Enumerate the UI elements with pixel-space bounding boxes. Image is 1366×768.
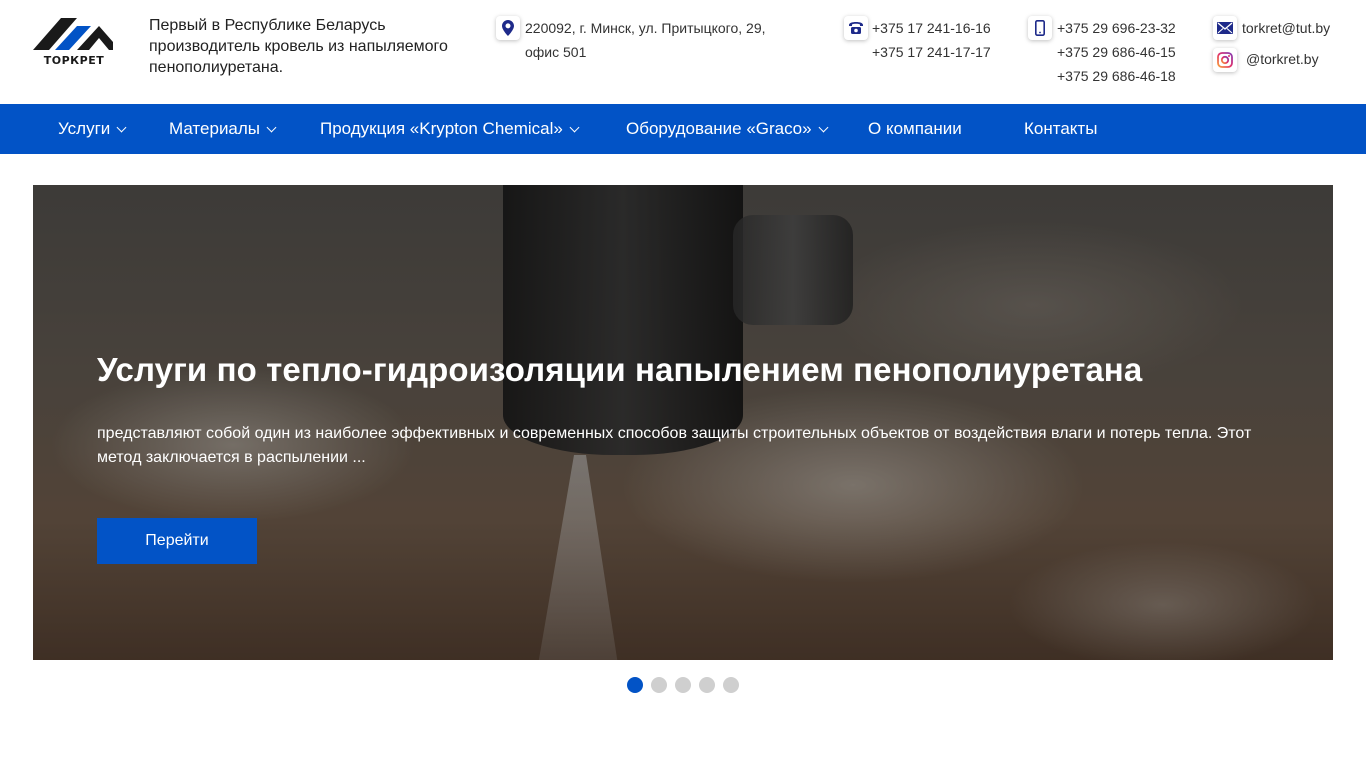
nav-item-graco-equipment[interactable]: Оборудование «Graco» xyxy=(626,104,829,154)
mobile-phone-icon xyxy=(1028,16,1052,40)
slider-dot-5[interactable] xyxy=(723,677,739,693)
logo[interactable]: ТОРКРЕТ xyxy=(33,16,115,68)
phone-icon xyxy=(844,16,868,40)
nav-item-contacts[interactable]: Контакты xyxy=(1024,104,1097,154)
slider-dot-4[interactable] xyxy=(699,677,715,693)
nav-item-services[interactable]: Услуги xyxy=(58,104,127,154)
chevron-down-icon xyxy=(116,122,127,132)
header-tagline: Первый в Республике Беларусь производите… xyxy=(149,17,448,76)
location-pin-icon xyxy=(496,16,520,40)
nav-item-label: Контакты xyxy=(1024,119,1098,138)
slider-dot-2[interactable] xyxy=(651,677,667,693)
phone-landline-1[interactable]: +375 17 241-16-16 xyxy=(872,16,991,40)
nav-item-label: Материалы xyxy=(169,119,261,138)
address-line-2: офис 501 xyxy=(525,44,587,60)
address-line-1: 220092, г. Минск, ул. Притыцкого, 29, xyxy=(525,20,766,36)
phone-mobile-1[interactable]: +375 29 696-23-32 xyxy=(1057,16,1176,40)
chevron-down-icon xyxy=(266,122,277,132)
site-header: ТОРКРЕТ Первый в Республике Беларусь про… xyxy=(0,0,1366,104)
logo-text: ТОРКРЕТ xyxy=(43,54,105,67)
main-navigation: Услуги Материалы Продукция «Krypton Chem… xyxy=(0,104,1366,154)
slider-dot-3[interactable] xyxy=(675,677,691,693)
hero-description: представляют собой один из наиболее эффе… xyxy=(97,425,1252,466)
nav-item-label: Продукция «Krypton Chemical» xyxy=(320,119,563,138)
nav-item-label: О компании xyxy=(868,119,962,138)
nav-item-about[interactable]: О компании xyxy=(868,104,962,154)
envelope-icon xyxy=(1213,16,1237,40)
hero-slide: Услуги по тепло-гидроизоляции напылением… xyxy=(33,185,1333,660)
slider-pagination xyxy=(627,677,739,693)
nav-item-krypton-products[interactable]: Продукция «Krypton Chemical» xyxy=(320,104,580,154)
hero-go-button[interactable]: Перейти xyxy=(97,518,257,564)
phone-mobile-2[interactable]: +375 29 686-46-15 xyxy=(1057,40,1176,64)
chevron-down-icon xyxy=(818,122,829,132)
chevron-down-icon xyxy=(569,122,580,132)
nav-item-label: Оборудование «Graco» xyxy=(626,119,812,138)
email-link[interactable]: torkret@tut.by xyxy=(1242,16,1330,40)
phone-landline-2[interactable]: +375 17 241-17-17 xyxy=(872,40,991,64)
logo-mark-icon xyxy=(33,18,113,50)
nav-item-materials[interactable]: Материалы xyxy=(169,104,277,154)
instagram-icon[interactable] xyxy=(1213,48,1237,72)
phone-mobile-3[interactable]: +375 29 686-46-18 xyxy=(1057,64,1176,88)
nav-item-label: Услуги xyxy=(58,119,111,138)
slider-dot-1[interactable] xyxy=(627,677,643,693)
hero-title: Услуги по тепло-гидроизоляции напылением… xyxy=(97,351,1143,388)
instagram-link[interactable]: @torkret.by xyxy=(1246,47,1319,71)
